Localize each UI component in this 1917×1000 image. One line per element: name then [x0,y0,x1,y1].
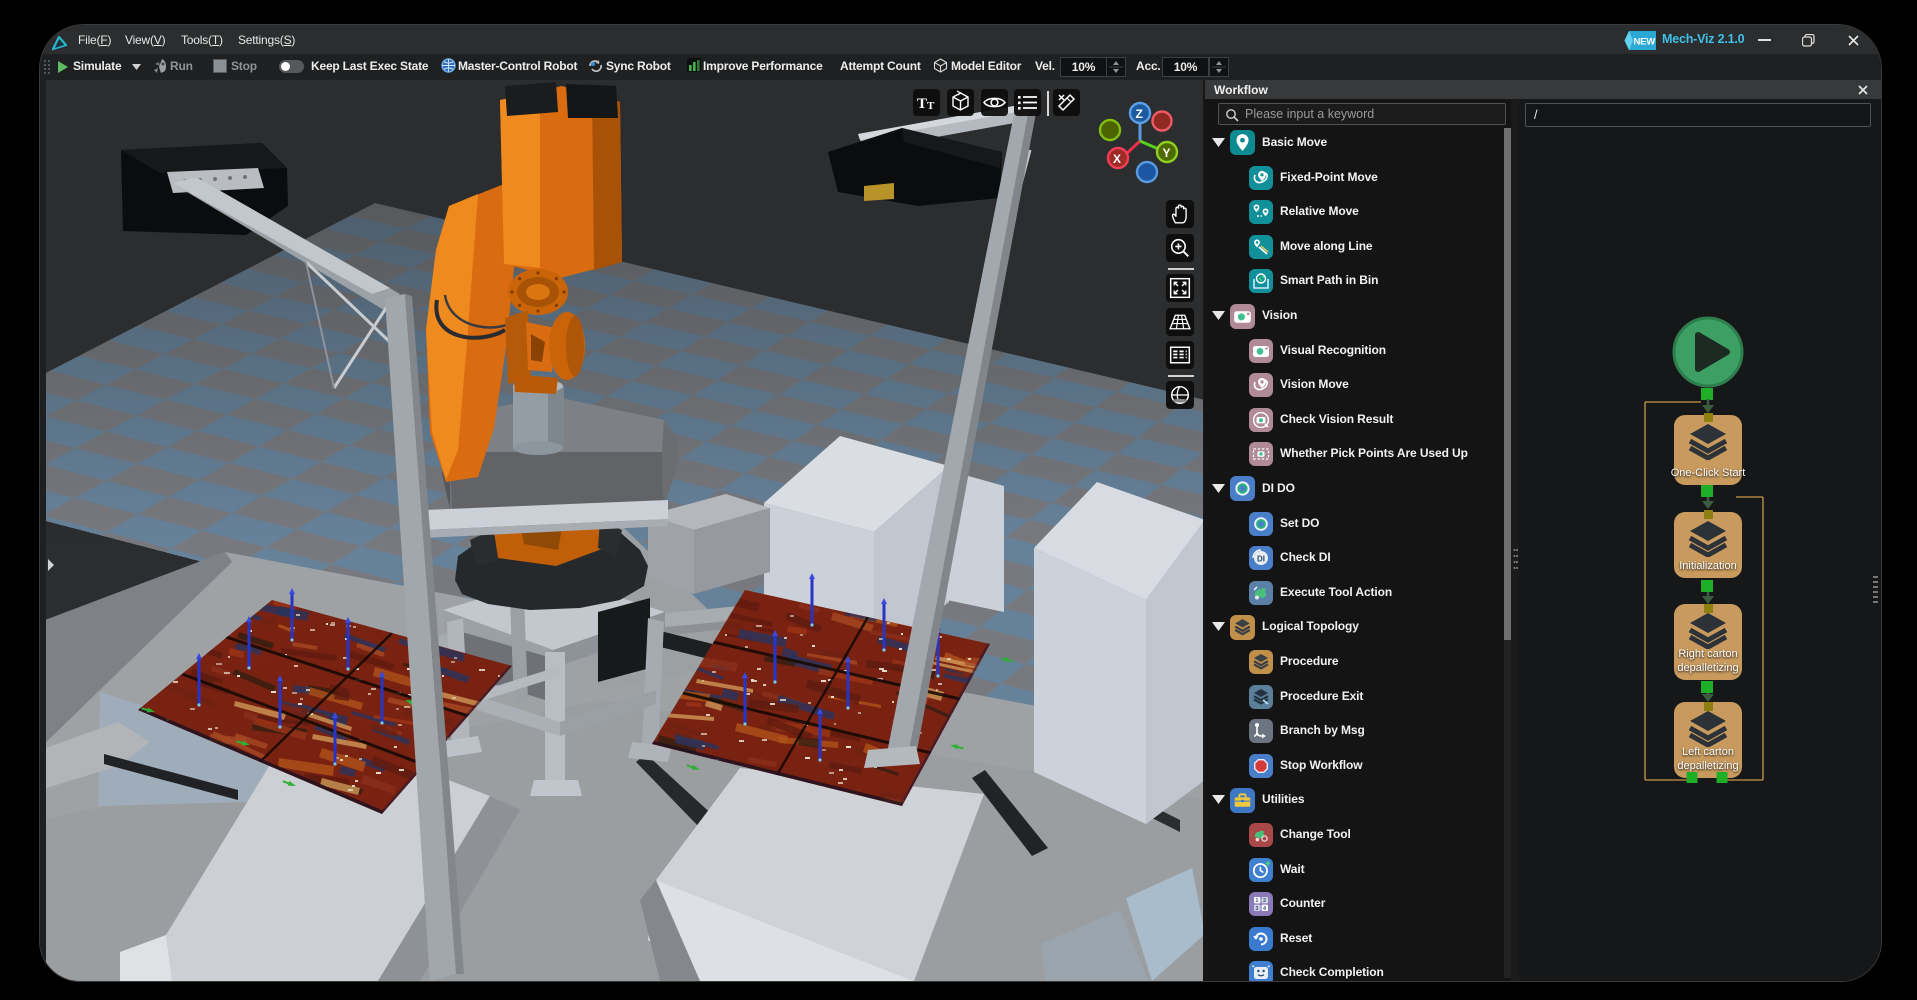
svg-text:NEW: NEW [1634,37,1656,48]
svg-text:X: X [1113,152,1121,166]
svg-text:T: T [927,100,935,112]
svg-text:DI: DI [1257,555,1265,564]
svg-text:Y: Y [1163,146,1171,160]
svg-text:1: 1 [1255,898,1258,904]
svg-text:Z: Z [1136,107,1143,121]
svg-text:2: 2 [1263,898,1266,904]
svg-text:3: 3 [1255,906,1258,912]
svg-text:T: T [917,96,927,112]
